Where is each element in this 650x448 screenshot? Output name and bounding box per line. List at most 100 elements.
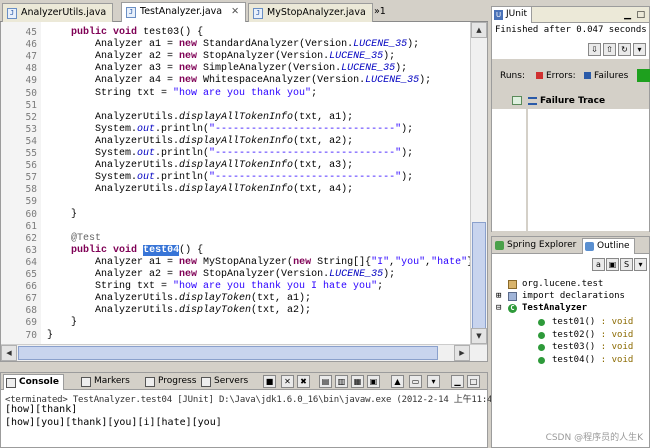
failure-trace-header: Failure Trace [528, 96, 605, 106]
line-number: 49 [25, 75, 37, 87]
line-number: 59 [25, 196, 37, 208]
close-icon[interactable]: ✕ [231, 6, 239, 17]
editor-vertical-scrollbar[interactable]: ▲ ▼ [470, 22, 487, 344]
outline-method-test01[interactable]: test01() : void [538, 317, 633, 327]
outline-method-test03[interactable]: test03() : void [538, 342, 633, 352]
outline-method-test02[interactable]: test02() : void [538, 329, 634, 340]
tab-servers[interactable]: Servers [199, 374, 252, 390]
code-token: LUCENE_35 [365, 75, 420, 87]
code-line[interactable]: } [47, 330, 53, 342]
tab-label: TestAnalyzer.java [140, 6, 223, 17]
history-icon[interactable]: ▾ [633, 43, 646, 56]
tab-test-analyzer[interactable]: J TestAnalyzer.java ✕ [121, 2, 247, 23]
code-token: displayAllTokenInfo [179, 184, 294, 196]
code-line[interactable]: @Test [47, 233, 101, 245]
method-return-type: : void [595, 329, 634, 340]
outline-panel: Spring Explorer Outline a ▣ S ▾ org.luce… [491, 236, 650, 448]
code-line[interactable]: public void test04() { [47, 244, 203, 257]
display-console-icon[interactable]: ▭ [409, 375, 422, 388]
collapse-icon[interactable]: ⊟ [496, 303, 501, 313]
scroll-right-arrow-icon[interactable]: ▶ [454, 345, 470, 361]
code-line[interactable]: } [47, 209, 77, 221]
show-console-icon[interactable]: ▣ [367, 375, 380, 388]
terminate-icon[interactable]: ■ [263, 375, 276, 388]
tab-markers[interactable]: Markers [79, 374, 134, 390]
code-line[interactable]: Analyzer a2 = new StopAnalyzer(Version.L… [47, 269, 395, 281]
clear-console-icon[interactable]: ▤ [319, 375, 332, 388]
console-status-line: <terminated> TestAnalyzer.test04 [JUnit]… [5, 395, 519, 405]
hide-fields-icon[interactable]: ▣ [606, 258, 619, 271]
code-line[interactable]: AnalyzerUtils.displayToken(txt, a1); [47, 293, 311, 305]
outline-package[interactable]: org.lucene.test [508, 279, 603, 289]
console-output-line: [how][you][thank][you][i][hate][you] [5, 417, 222, 428]
tab-console[interactable]: Console [3, 374, 64, 390]
line-number: 51 [25, 99, 37, 111]
tab-analyzer-utils[interactable]: J AnalyzerUtils.java [2, 3, 114, 22]
pin-console-icon[interactable]: ▲ [391, 375, 404, 388]
code-token: new [179, 39, 198, 51]
editor-horizontal-scrollbar[interactable]: ◀ ▶ [1, 344, 487, 361]
remove-all-icon[interactable]: ✖ [297, 375, 310, 388]
code-token: LUCENE_35 [341, 63, 396, 75]
remove-launch-icon[interactable]: ✕ [281, 375, 294, 388]
code-line[interactable]: Analyzer a3 = new SimpleAnalyzer(Version… [47, 63, 407, 75]
code-line[interactable]: AnalyzerUtils.displayAllTokenInfo(txt, a… [47, 160, 353, 172]
code-token: LUCENE_35 [329, 51, 384, 63]
minimize-icon[interactable]: ▁ [451, 375, 464, 388]
code-token: displayToken [179, 293, 252, 305]
markers-icon [81, 377, 91, 387]
more-tabs-button[interactable]: »1 [368, 3, 392, 22]
tab-junit[interactable]: U JUnit [492, 7, 532, 23]
tab-progress[interactable]: Progress [143, 374, 200, 390]
code-line[interactable]: Analyzer a4 = new WhitespaceAnalyzer(Ver… [47, 75, 431, 87]
scroll-up-arrow-icon[interactable]: ▲ [471, 22, 487, 38]
code-line[interactable]: AnalyzerUtils.displayToken(txt, a2); [47, 305, 311, 317]
code-editor[interactable]: 45 46 47 48 49 50 51 52 53 54 55 56 57 58 59 60 61 62 63 64… [0, 22, 488, 362]
code-line[interactable]: } [47, 317, 77, 329]
tab-outline[interactable]: Outline [582, 238, 635, 254]
method-name: test01() [552, 317, 596, 327]
code-line[interactable]: Analyzer a2 = new StopAnalyzer(Version.L… [47, 51, 395, 63]
next-failure-icon[interactable]: ⇩ [588, 43, 601, 56]
junit-test-tree[interactable] [492, 109, 526, 231]
hscroll-thumb[interactable] [18, 346, 438, 360]
code-line[interactable]: String txt = "how are you thank you"; [47, 88, 317, 100]
java-file-icon: J [126, 7, 136, 18]
word-wrap-icon[interactable]: ▦ [351, 375, 364, 388]
outline-method-test04[interactable]: test04() : void [538, 355, 633, 365]
code-line[interactable]: System.out.println("--------------------… [47, 172, 413, 184]
expand-icon[interactable]: ⊞ [496, 291, 501, 301]
code-line[interactable]: System.out.println("--------------------… [47, 148, 413, 160]
maximize-icon[interactable]: □ [636, 10, 645, 20]
scroll-left-arrow-icon[interactable]: ◀ [1, 345, 17, 361]
scroll-down-arrow-icon[interactable]: ▼ [471, 328, 487, 344]
scroll-lock-icon[interactable]: ▥ [335, 375, 348, 388]
code-line[interactable]: Analyzer a1 = new StandardAnalyzer(Versi… [47, 39, 419, 51]
prev-failure-icon[interactable]: ⇧ [603, 43, 616, 56]
junit-icon: U [494, 10, 503, 20]
tab-spring-explorer[interactable]: Spring Explorer [493, 238, 580, 254]
view-menu-icon[interactable]: ▾ [634, 258, 647, 271]
code-line[interactable]: String txt = "how are you thank you I ha… [47, 281, 383, 293]
code-line[interactable]: System.out.println("--------------------… [47, 124, 413, 136]
outline-class[interactable]: ⊟ C TestAnalyzer [496, 303, 587, 313]
code-line[interactable]: AnalyzerUtils.displayAllTokenInfo(txt, a… [47, 136, 353, 148]
scroll-thumb[interactable] [472, 222, 486, 332]
public-method-icon [538, 331, 545, 339]
sort-icon[interactable]: a [592, 258, 605, 271]
open-console-icon[interactable]: ▾ [427, 375, 440, 388]
code-token: out [137, 148, 156, 159]
maximize-icon[interactable]: □ [467, 375, 480, 388]
outline-imports[interactable]: ⊞ import declarations [496, 291, 625, 301]
code-line[interactable]: public void test03() { [47, 27, 203, 39]
code-line[interactable]: AnalyzerUtils.displayAllTokenInfo(txt, a… [47, 112, 353, 124]
tab-my-stop-analyzer[interactable]: J MyStopAnalyzer.java [248, 3, 373, 22]
junit-tab-bar: U JUnit ▁ □ [492, 7, 649, 23]
console-tab-bar: Console Markers Progress Servers ■ ✕ ✖ ▤… [1, 373, 487, 390]
code-area[interactable]: public void test03() { Analyzer a1 = new… [47, 22, 485, 361]
code-line[interactable]: AnalyzerUtils.displayAllTokenInfo(txt, a… [47, 184, 353, 196]
rerun-icon[interactable]: ↻ [618, 43, 631, 56]
hide-static-icon[interactable]: S [620, 258, 633, 271]
code-line[interactable]: Analyzer a1 = new MyStopAnalyzer(new Str… [47, 257, 485, 269]
minimize-icon[interactable]: ▁ [624, 10, 631, 20]
